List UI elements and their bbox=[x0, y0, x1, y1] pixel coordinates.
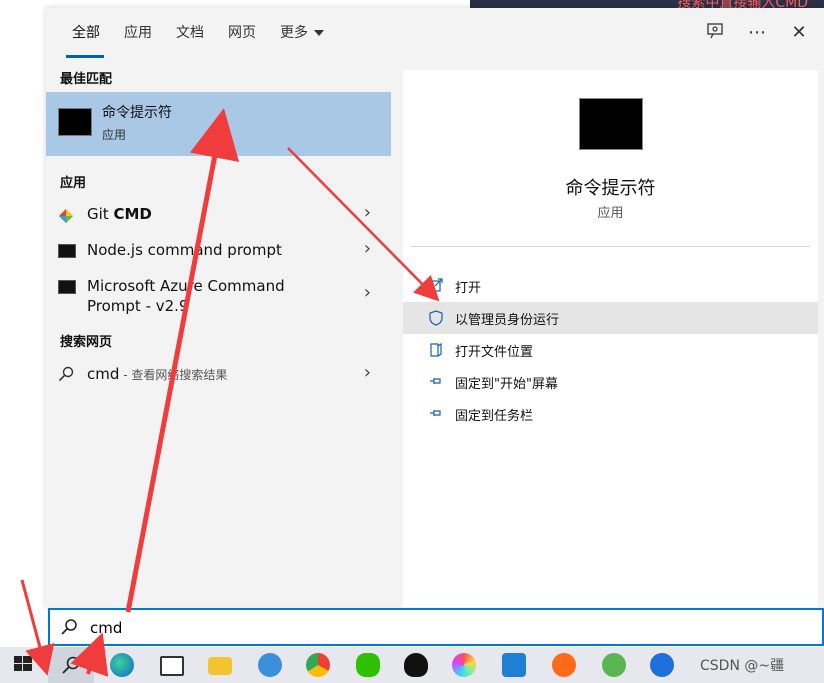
vscode-icon[interactable] bbox=[502, 653, 526, 677]
app-name-git: Git bbox=[87, 205, 114, 223]
open-icon bbox=[429, 278, 443, 294]
qq-icon[interactable] bbox=[404, 653, 428, 677]
app-item-git-cmd[interactable]: Git CMD › bbox=[46, 196, 391, 232]
action-run-as-admin[interactable]: 以管理员身份运行 bbox=[403, 302, 818, 334]
best-match-title: 命令提示符 bbox=[102, 105, 172, 121]
tab-documents[interactable]: 文档 bbox=[176, 22, 204, 42]
action-pin-to-start-label: 固定到"开始"屏幕 bbox=[455, 377, 558, 392]
taskbar-search-button[interactable] bbox=[48, 647, 94, 683]
best-match-heading: 最佳匹配 bbox=[60, 72, 113, 87]
browser-icon[interactable] bbox=[258, 653, 282, 677]
tab-apps[interactable]: 应用 bbox=[124, 22, 152, 42]
divider bbox=[411, 246, 810, 247]
search-icon bbox=[58, 366, 74, 382]
tab-more[interactable]: 更多 bbox=[280, 22, 324, 42]
action-open-file-location[interactable]: 打开文件位置 bbox=[403, 334, 818, 366]
color-app-icon[interactable] bbox=[452, 653, 476, 677]
chevron-right-icon[interactable]: › bbox=[364, 362, 371, 383]
app-name-git-bold: CMD bbox=[113, 205, 152, 223]
action-open-label: 打开 bbox=[455, 281, 482, 296]
web-hint: - 查看网络搜索结果 bbox=[119, 368, 228, 382]
chevron-right-icon[interactable]: › bbox=[364, 202, 371, 223]
active-tab-indicator bbox=[66, 55, 104, 58]
pin-icon bbox=[429, 374, 443, 390]
pin-icon bbox=[429, 406, 443, 422]
search-input[interactable] bbox=[88, 614, 792, 642]
app-q-icon[interactable] bbox=[602, 653, 626, 677]
folder-icon bbox=[429, 342, 443, 358]
action-pin-to-taskbar-label: 固定到任务栏 bbox=[455, 409, 534, 424]
action-open-file-location-label: 打开文件位置 bbox=[455, 345, 534, 360]
cmd-icon bbox=[58, 280, 76, 294]
web-search-heading: 搜索网页 bbox=[60, 335, 113, 350]
search-box[interactable] bbox=[48, 608, 824, 646]
app-item-nodejs-prompt[interactable]: Node.js command prompt › bbox=[46, 232, 391, 268]
action-run-as-admin-label: 以管理员身份运行 bbox=[455, 313, 560, 328]
taskbar: CSDN @~疆 bbox=[0, 647, 824, 683]
command-prompt-icon bbox=[58, 108, 92, 136]
search-icon bbox=[60, 618, 78, 640]
wechat-icon[interactable] bbox=[356, 653, 380, 677]
feedback-icon[interactable] bbox=[704, 22, 726, 44]
detail-pane: 命令提示符 应用 打开 以管理员身份运行 打开文件位置 固定到"开始"屏幕 固定… bbox=[403, 70, 818, 608]
file-explorer-icon[interactable] bbox=[208, 657, 232, 675]
results-pane: 最佳匹配 命令提示符 应用 应用 Git CMD › Node.js comma… bbox=[46, 60, 391, 608]
apps-heading: 应用 bbox=[60, 176, 87, 191]
app-name-azure-line1: Microsoft Azure Command bbox=[87, 277, 285, 295]
desktop-background: 搜索中直接输入CMD bbox=[470, 0, 824, 11]
edge-icon[interactable] bbox=[110, 653, 134, 677]
chevron-down-icon bbox=[314, 30, 324, 36]
web-result-item[interactable]: cmd - 查看网络搜索结果 › bbox=[46, 356, 391, 392]
chrome-icon[interactable] bbox=[306, 653, 330, 677]
postman-icon[interactable] bbox=[552, 653, 576, 677]
action-pin-to-start[interactable]: 固定到"开始"屏幕 bbox=[403, 366, 818, 398]
app-item-azure-prompt[interactable]: Microsoft Azure Command Prompt - v2.9 › bbox=[46, 268, 391, 316]
watermark-text: CSDN @~疆 bbox=[700, 658, 785, 674]
command-prompt-large-icon bbox=[579, 98, 643, 150]
cmd-icon bbox=[58, 244, 76, 258]
detail-subtitle: 应用 bbox=[597, 206, 624, 221]
windows-start-icon[interactable] bbox=[12, 653, 36, 677]
close-icon[interactable]: ✕ bbox=[788, 22, 810, 44]
more-options-icon[interactable]: ⋯ bbox=[746, 22, 768, 44]
detail-title: 命令提示符 bbox=[565, 178, 656, 199]
chevron-right-icon[interactable]: › bbox=[364, 238, 371, 259]
tab-all[interactable]: 全部 bbox=[72, 22, 100, 42]
monitor-icon[interactable] bbox=[160, 656, 184, 676]
app-name-azure-line2: Prompt - v2.9 bbox=[87, 297, 189, 315]
app-name-nodejs: Node.js command prompt bbox=[87, 241, 282, 259]
search-tabbar: 全部 应用 文档 网页 更多 ⋯ ✕ bbox=[46, 8, 824, 60]
best-match-item[interactable]: 命令提示符 应用 bbox=[46, 92, 391, 156]
feishu-icon[interactable] bbox=[650, 653, 674, 677]
action-open[interactable]: 打开 bbox=[403, 270, 818, 302]
git-icon bbox=[58, 208, 74, 224]
shield-icon bbox=[429, 310, 443, 326]
best-match-subtitle: 应用 bbox=[102, 128, 127, 142]
action-pin-to-taskbar[interactable]: 固定到任务栏 bbox=[403, 398, 818, 430]
tab-web[interactable]: 网页 bbox=[228, 22, 256, 42]
web-query: cmd bbox=[87, 365, 120, 383]
chevron-right-icon[interactable]: › bbox=[364, 282, 371, 303]
tab-more-label: 更多 bbox=[280, 25, 308, 41]
windows-search-panel: 全部 应用 文档 网页 更多 ⋯ ✕ 最佳匹配 命令提示符 应用 应用 Git … bbox=[46, 8, 824, 608]
